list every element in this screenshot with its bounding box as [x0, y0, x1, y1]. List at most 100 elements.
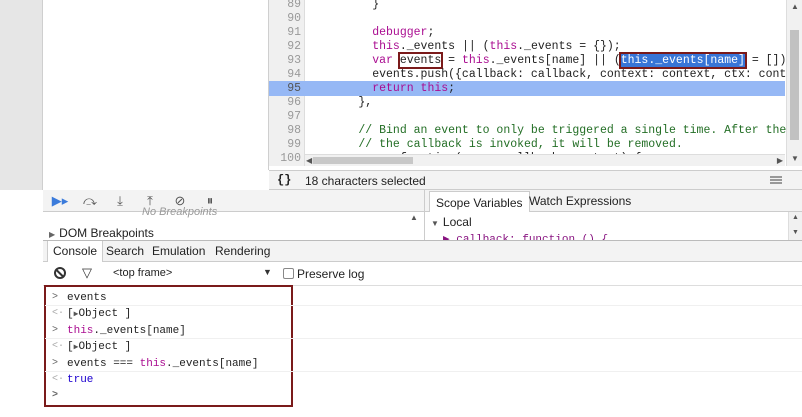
- code-token: }: [317, 0, 380, 11]
- code-line[interactable]: 99 // the callback is invoked, it will b…: [269, 137, 785, 152]
- step-over-icon[interactable]: ⤼: [79, 192, 101, 210]
- code-line[interactable]: 98 // Bind an event to only be triggered…: [269, 123, 802, 138]
- code-line[interactable]: 97: [269, 109, 785, 124]
- code-text: debugger;: [317, 25, 434, 40]
- line-number[interactable]: 98: [269, 123, 301, 138]
- keyword-token: this: [461, 54, 490, 67]
- code-token: ._events || (: [399, 40, 490, 53]
- scope-tab-bar: Scope Variables Watch Expressions: [424, 190, 802, 212]
- line-number[interactable]: 91: [269, 25, 301, 40]
- scope-variables-panel: ▼ Local ▶ callback: function () { ▲ ▼: [424, 212, 802, 240]
- code-text: events.push({callback: callback, context…: [317, 67, 802, 82]
- line-number[interactable]: 97: [269, 109, 301, 124]
- line-number[interactable]: 96: [269, 95, 301, 110]
- sidebar-scroll-up-icon[interactable]: ▲: [410, 213, 418, 222]
- line-number[interactable]: 100: [269, 151, 301, 166]
- code-token: ;: [448, 82, 456, 95]
- code-line[interactable]: 93 var events = this._events[name] || (t…: [269, 52, 793, 69]
- keyword-token: debugger: [372, 26, 428, 39]
- left-strip: [0, 0, 43, 190]
- code-line[interactable]: 94 events.push({callback: callback, cont…: [269, 67, 802, 82]
- code-line[interactable]: 92 this._events || (this._events = {});: [269, 39, 785, 54]
- line-number[interactable]: 95: [269, 81, 301, 96]
- code-token: =: [441, 54, 462, 67]
- resume-icon[interactable]: ▶▸: [49, 192, 71, 210]
- line-number[interactable]: 94: [269, 67, 301, 82]
- preserve-log-label: Preserve log: [297, 267, 365, 281]
- chevron-down-icon[interactable]: ▼: [263, 267, 272, 277]
- highlighted-variable: events: [397, 52, 444, 69]
- keyword-token: return: [372, 82, 414, 95]
- scroll-down-icon[interactable]: ▼: [792, 229, 799, 236]
- horizontal-scroll-thumb[interactable]: [313, 157, 413, 164]
- code-line-paused[interactable]: 95 return this;: [269, 81, 785, 96]
- frame-select[interactable]: <top frame>: [113, 267, 273, 279]
- console-separator: [45, 338, 802, 339]
- no-breakpoints-label: No Breakpoints: [142, 206, 218, 218]
- scroll-up-icon[interactable]: ▲: [792, 214, 799, 221]
- status-menu-icon[interactable]: [770, 176, 782, 184]
- pretty-print-icon[interactable]: {}: [277, 173, 291, 187]
- scroll-right-icon[interactable]: ▶: [777, 156, 783, 165]
- console-separator: [45, 305, 802, 306]
- line-number[interactable]: 90: [269, 11, 301, 26]
- vertical-scrollbar[interactable]: ▲ ▼: [786, 0, 802, 166]
- scope-scrollbar[interactable]: ▲ ▼: [788, 212, 802, 240]
- code-token: ._events[name] || (: [489, 54, 621, 67]
- keyword-token: this: [489, 40, 518, 53]
- code-line[interactable]: 91 debugger;: [269, 25, 785, 40]
- preserve-log-checkbox[interactable]: [283, 268, 294, 279]
- scroll-down-icon[interactable]: ▼: [791, 154, 799, 163]
- editor-status-bar: {} 18 characters selected: [269, 170, 802, 190]
- tab-scope-variables[interactable]: Scope Variables: [429, 191, 530, 212]
- step-into-icon[interactable]: ⤓: [109, 192, 131, 210]
- clear-console-icon[interactable]: [54, 267, 66, 279]
- scroll-left-icon[interactable]: ◀: [306, 156, 312, 165]
- scope-local[interactable]: ▼ Local: [431, 215, 472, 229]
- code-token: ;: [427, 26, 435, 39]
- vertical-scroll-thumb[interactable]: [790, 30, 799, 140]
- code-text: // Bind an event to only be triggered a …: [317, 123, 802, 138]
- selected-expression: this._events[name]: [618, 52, 747, 69]
- comment-token: // Bind an event to only be triggered a …: [358, 124, 802, 137]
- console-toolbar: ▽ <top frame> ▼ Preserve log: [43, 262, 802, 286]
- code-text: return this;: [317, 81, 455, 96]
- line-number[interactable]: 92: [269, 39, 301, 54]
- line-number[interactable]: 93: [269, 53, 301, 68]
- sources-navigator: [43, 0, 269, 170]
- code-token: ._events = {});: [517, 40, 621, 53]
- expand-triangle-icon[interactable]: ▶: [49, 230, 55, 239]
- comment-token: // the callback is invoked, it will be r…: [317, 138, 683, 151]
- debugger-toolbar: ▶▸ ⤼ ⤓ ⤒ ⊘ ⏸: [43, 190, 424, 212]
- filter-icon[interactable]: ▽: [82, 265, 92, 281]
- code-editor[interactable]: 89 } 90 91 debugger; 92 this._events || (th…: [269, 0, 802, 170]
- keyword-token: this: [372, 40, 400, 53]
- scope-local-label: Local: [442, 215, 472, 229]
- selection-status: 18 characters selected: [305, 174, 426, 188]
- code-line[interactable]: 90: [269, 11, 785, 26]
- tab-emulation[interactable]: Emulation: [147, 241, 210, 262]
- dom-breakpoints-label: DOM Breakpoints: [59, 226, 154, 240]
- code-line[interactable]: 96 },: [269, 95, 785, 110]
- console-separator: [45, 371, 802, 372]
- code-text: var events = this._events[name] || (this…: [317, 52, 793, 69]
- tab-watch-expressions[interactable]: Watch Expressions: [523, 190, 637, 212]
- code-token: events.push({callback: callback, context…: [317, 68, 802, 81]
- tab-console[interactable]: Console: [47, 241, 104, 263]
- scroll-up-icon[interactable]: ▲: [791, 2, 799, 11]
- code-text: // the callback is invoked, it will be r…: [317, 137, 683, 152]
- code-text: },: [317, 95, 372, 110]
- collapse-triangle-icon[interactable]: ▼: [431, 219, 439, 228]
- tab-rendering[interactable]: Rendering: [210, 241, 275, 262]
- scope-variable-row[interactable]: ▶ callback: function () {: [443, 232, 608, 240]
- tab-search[interactable]: Search: [101, 241, 149, 262]
- line-number[interactable]: 99: [269, 137, 301, 152]
- dom-breakpoints-section[interactable]: ▶ DOM Breakpoints: [49, 226, 154, 240]
- horizontal-scrollbar[interactable]: ◀ ▶: [305, 154, 785, 166]
